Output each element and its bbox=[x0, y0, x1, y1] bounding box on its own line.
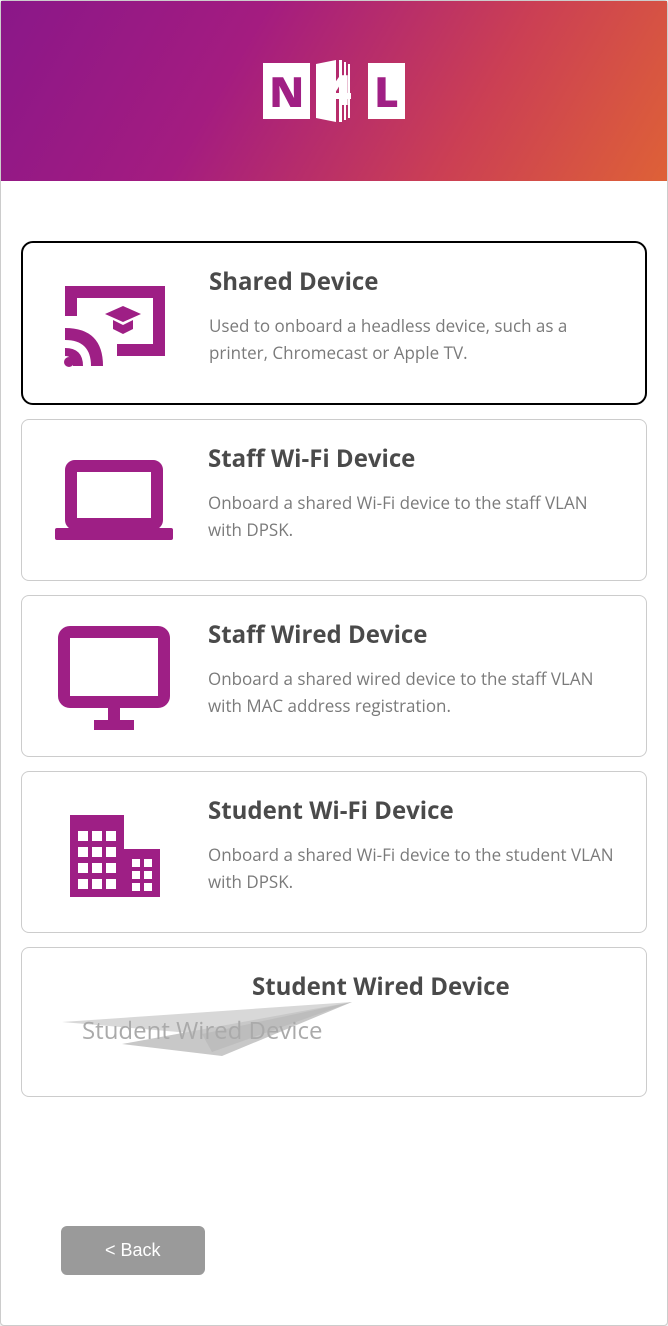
option-title: Student Wi-Fi Device bbox=[208, 794, 624, 827]
monitor-icon bbox=[44, 624, 184, 734]
option-title: Staff Wi-Fi Device bbox=[208, 442, 624, 475]
n4l-logo: N 4 L bbox=[263, 60, 404, 122]
option-title: Student Wired Device bbox=[252, 970, 510, 1003]
option-student-wired-device[interactable]: Student Wired Device Student Wired Devic… bbox=[21, 947, 647, 1097]
option-staff-wired-device[interactable]: Staff Wired Device Onboard a shared wire… bbox=[21, 595, 647, 757]
cast-education-icon bbox=[45, 271, 185, 381]
option-title: Staff Wired Device bbox=[208, 618, 624, 651]
logo-letter-n: N bbox=[263, 63, 310, 119]
watermark-text: Student Wired Device bbox=[82, 1014, 322, 1047]
option-shared-device[interactable]: Shared Device Used to onboard a headless… bbox=[21, 241, 647, 405]
options-list: Shared Device Used to onboard a headless… bbox=[1, 181, 667, 1325]
logo-digit-4: 4 bbox=[312, 60, 366, 122]
footer: < Back bbox=[21, 1226, 647, 1305]
option-student-wifi-device[interactable]: Student Wi-Fi Device Onboard a shared Wi… bbox=[21, 771, 647, 933]
laptop-icon bbox=[44, 448, 184, 558]
header-banner: N 4 L bbox=[1, 1, 667, 181]
app-window: N 4 L bbox=[0, 0, 668, 1326]
option-description: Used to onboard a headless device, such … bbox=[209, 312, 623, 366]
option-title: Shared Device bbox=[209, 265, 623, 298]
back-button[interactable]: < Back bbox=[61, 1226, 205, 1275]
logo-letter-l: L bbox=[368, 63, 404, 119]
option-description: Onboard a shared Wi-Fi device to the stu… bbox=[208, 841, 624, 895]
paper-plane-watermark: Student Wired Device bbox=[82, 1014, 322, 1047]
buildings-icon bbox=[44, 800, 184, 910]
option-staff-wifi-device[interactable]: Staff Wi-Fi Device Onboard a shared Wi-F… bbox=[21, 419, 647, 581]
option-description: Onboard a shared Wi-Fi device to the sta… bbox=[208, 489, 624, 543]
option-description: Onboard a shared wired device to the sta… bbox=[208, 665, 624, 719]
